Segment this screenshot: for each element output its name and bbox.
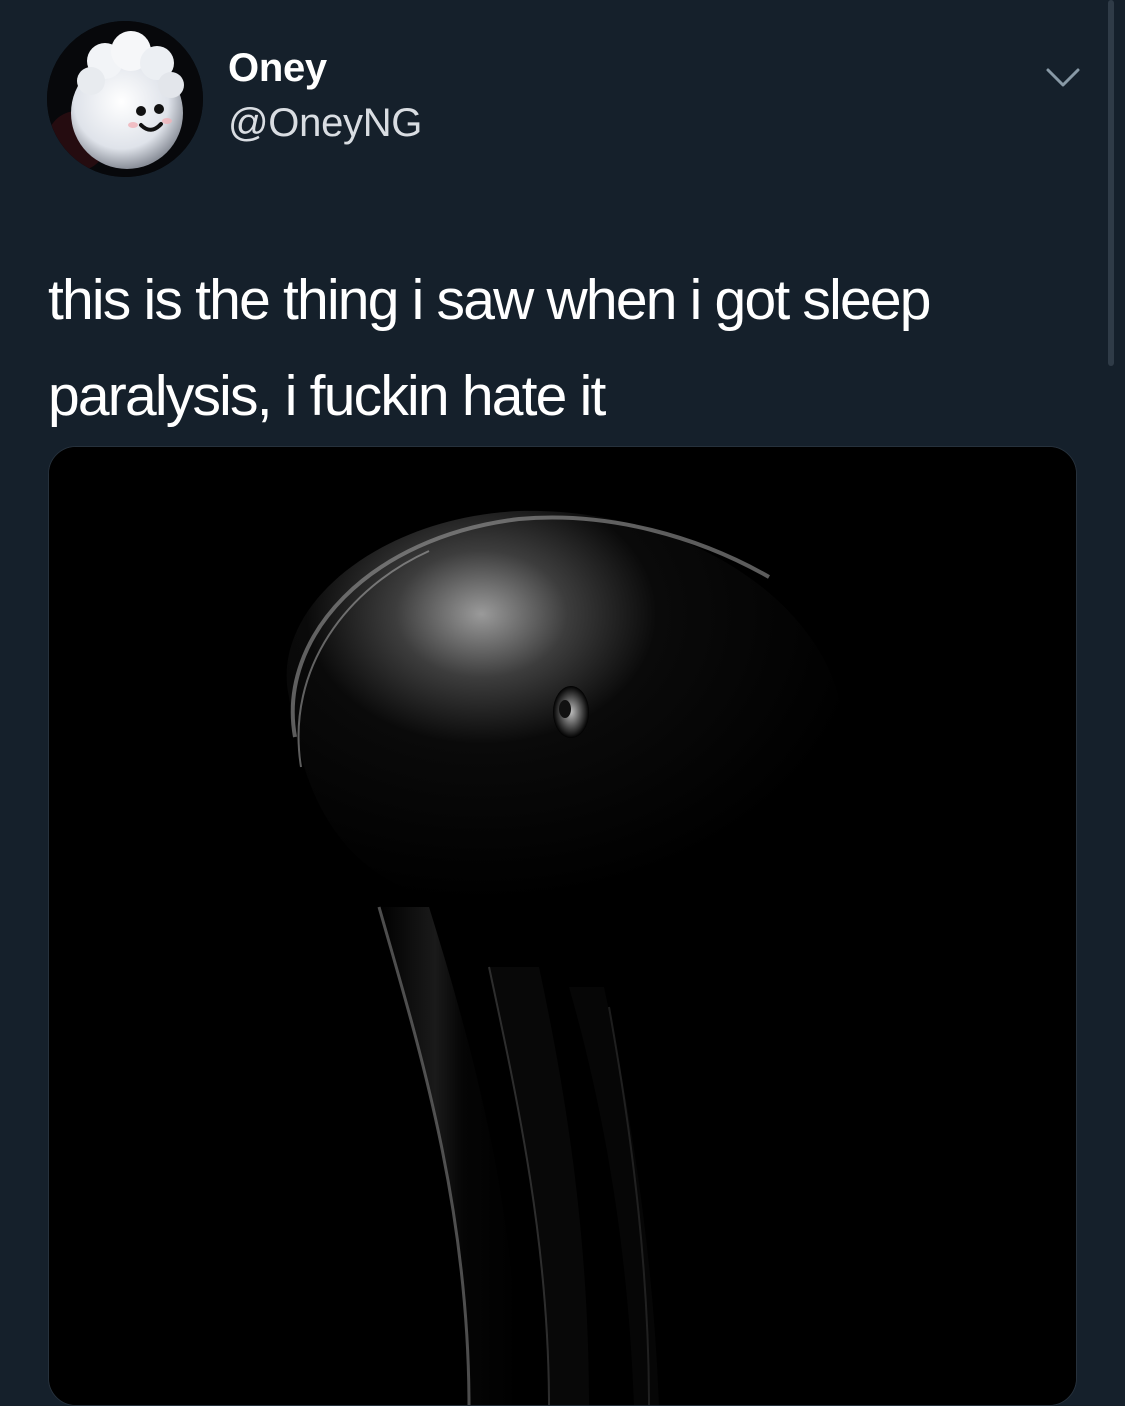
avatar[interactable] [47,21,203,177]
avatar-image [47,21,203,177]
tweet-text: this is the thing i saw when i got sleep… [48,268,932,428]
chevron-down-icon[interactable] [1042,60,1084,94]
author-display-name[interactable]: Oney [228,42,327,94]
scrollbar[interactable] [1108,0,1114,366]
author-handle[interactable]: @OneyNG [228,97,422,149]
tweet: Oney @OneyNG this is the thing i saw whe… [0,0,1125,1406]
tweet-media[interactable] [48,446,1077,1406]
creature-image [49,447,1076,1405]
